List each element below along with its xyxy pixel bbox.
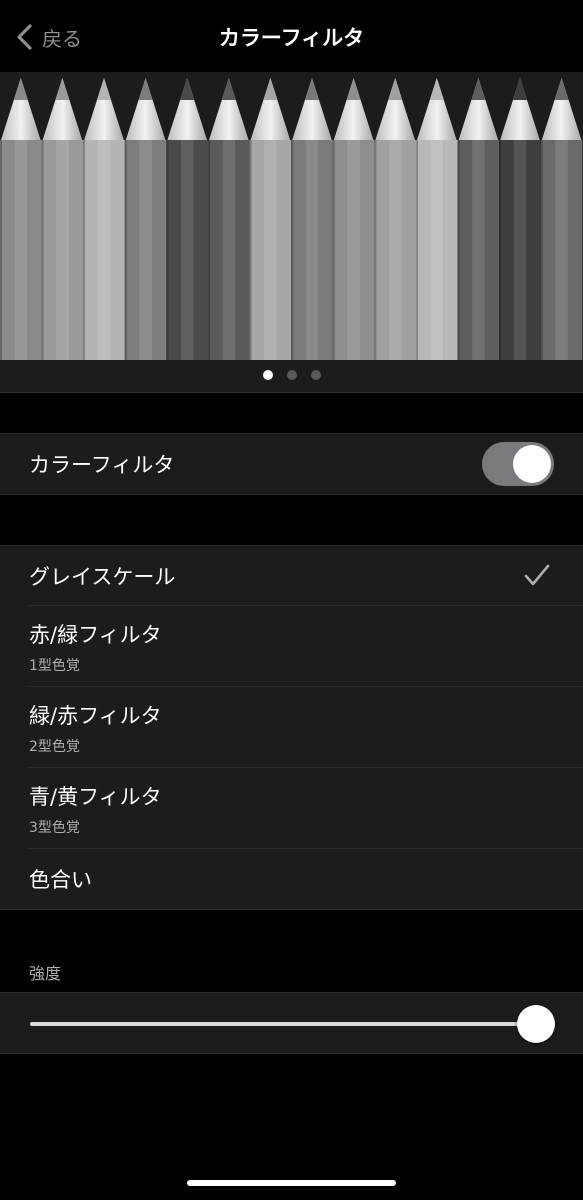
filter-option-tritanopia[interactable]: 青/黄フィルタ 3型色覚 xyxy=(0,768,583,849)
filter-option-label: 青/黄フィルタ xyxy=(29,784,162,809)
page-dot xyxy=(262,370,273,380)
filter-option-deuteranopia[interactable]: 緑/赤フィルタ 2型色覚 xyxy=(0,687,583,768)
filter-preview[interactable] xyxy=(0,72,583,393)
color-filter-toggle-label: カラーフィルタ xyxy=(29,453,175,477)
filter-option-sublabel: 2型色覚 xyxy=(29,738,80,755)
intensity-slider-group xyxy=(0,992,583,1054)
intensity-slider-thumb[interactable] xyxy=(517,1005,555,1043)
page-dot xyxy=(310,370,321,380)
switch-knob xyxy=(513,445,551,483)
filter-list: グレイスケール 赤/緑フィルタ 1型色覚 緑/赤フィルタ 2型色覚 青/黄フィル… xyxy=(0,545,583,910)
navigation-bar: 戻る カラーフィルタ xyxy=(0,0,583,72)
page-dot xyxy=(286,370,297,380)
page-title: カラーフィルタ xyxy=(218,26,365,50)
filter-option-label: 色合い xyxy=(29,868,92,892)
color-filter-toggle-group: カラーフィルタ xyxy=(0,433,583,495)
filter-option-sublabel: 3型色覚 xyxy=(29,819,80,836)
page-indicator[interactable] xyxy=(0,370,583,382)
filter-option-sublabel: 1型色覚 xyxy=(29,657,80,674)
filter-option-label: 緑/赤フィルタ xyxy=(29,703,162,728)
filter-option-label: 赤/緑フィルタ xyxy=(29,622,162,647)
filter-option-tint[interactable]: 色合い xyxy=(0,849,583,909)
home-indicator xyxy=(187,1180,396,1186)
filter-option-protanopia[interactable]: 赤/緑フィルタ 1型色覚 xyxy=(0,606,583,687)
pencils-preview-image xyxy=(0,78,583,360)
filter-option-label: グレイスケール xyxy=(29,565,176,589)
color-filter-toggle-row: カラーフィルタ xyxy=(0,434,583,494)
filter-option-grayscale[interactable]: グレイスケール xyxy=(0,546,583,606)
checkmark-icon xyxy=(524,564,550,586)
color-filter-switch[interactable] xyxy=(482,442,554,486)
intensity-section-label: 強度 xyxy=(29,964,62,983)
intensity-slider-track[interactable] xyxy=(30,1022,536,1026)
